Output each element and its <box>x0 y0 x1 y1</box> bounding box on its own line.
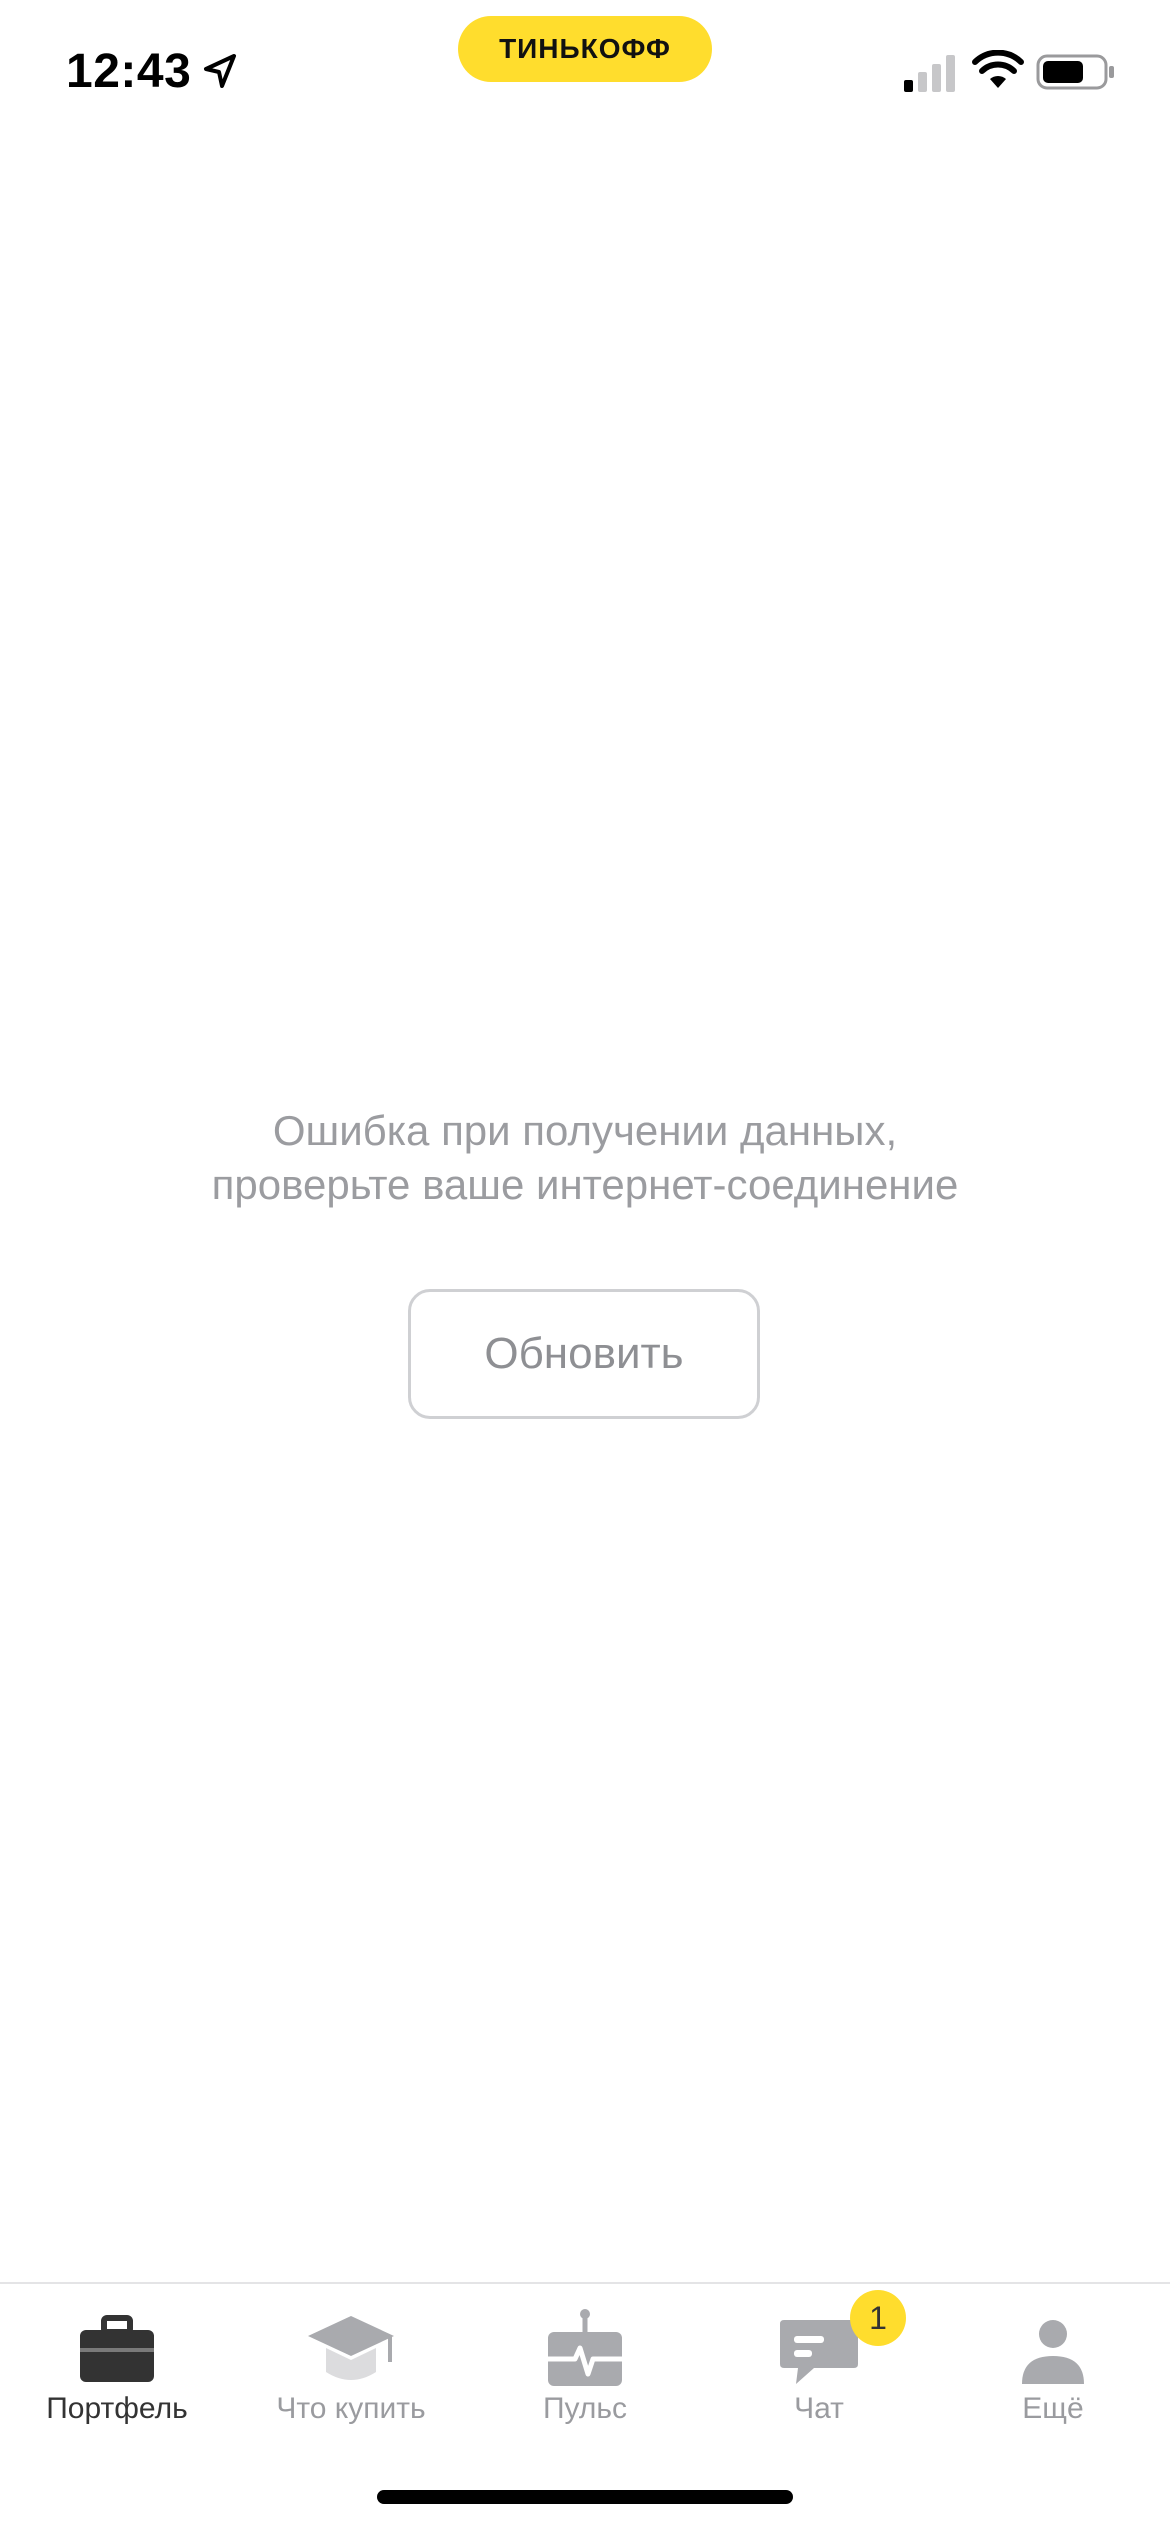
tab-label-what-to-buy: Что купить <box>276 2392 426 2425</box>
error-message: Ошибка при получении данных, проверьте в… <box>0 1104 1170 1212</box>
profile-icon <box>1022 2320 1084 2384</box>
status-bar: 12:43 ТИНЬКОФФ <box>0 0 1170 140</box>
screen: 12:43 ТИНЬКОФФ Ошибка при получении данн… <box>0 0 1170 2532</box>
brand-logo[interactable]: ТИНЬКОФФ <box>458 16 712 82</box>
tab-label-more: Ещё <box>1022 2392 1084 2425</box>
wifi-icon <box>972 50 1024 88</box>
location-arrow-icon <box>204 54 236 88</box>
tab-portfolio[interactable]: Портфель <box>0 2284 234 2434</box>
battery-icon <box>1036 54 1114 90</box>
tab-label-portfolio: Портфель <box>46 2392 188 2425</box>
status-time: 12:43 <box>66 45 192 98</box>
tab-pulse[interactable]: Пульс <box>468 2284 702 2434</box>
graduation-cap-icon <box>308 2316 394 2380</box>
refresh-button[interactable]: Обновить <box>408 1289 760 1419</box>
briefcase-icon <box>80 2315 154 2382</box>
tab-label-pulse: Пульс <box>542 2392 628 2425</box>
error-line-2: проверьте ваше интернет-соединение <box>211 1161 959 1208</box>
tab-more[interactable]: Ещё <box>936 2284 1170 2434</box>
tab-what-to-buy[interactable]: Что купить <box>234 2284 468 2434</box>
chat-unread-badge: 1 <box>850 2290 906 2346</box>
cellular-signal-icon <box>904 55 955 92</box>
tab-label-chat: Чат <box>794 2392 844 2425</box>
error-line-1: Ошибка при получении данных, <box>272 1107 898 1154</box>
pulse-icon <box>548 2309 622 2386</box>
home-indicator[interactable] <box>377 2490 793 2504</box>
